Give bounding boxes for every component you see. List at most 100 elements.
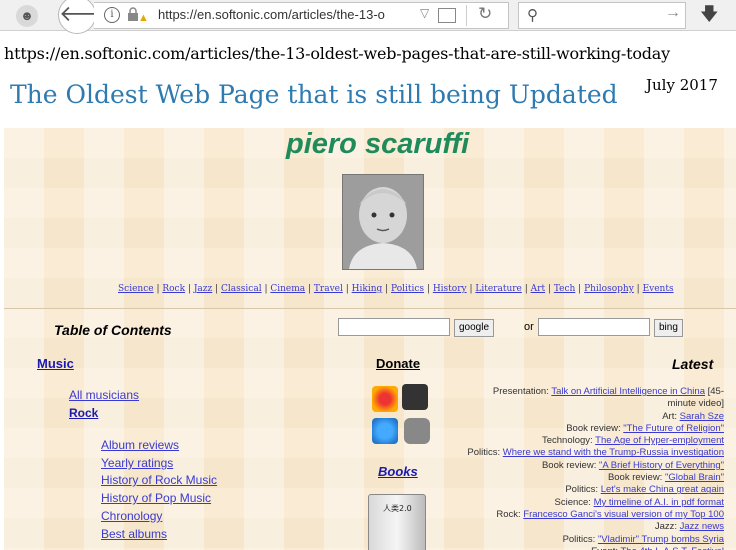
- google-search-input[interactable]: [338, 318, 450, 336]
- nav-link-art[interactable]: Art: [531, 284, 545, 294]
- rock-link-item[interactable]: Best albums: [101, 527, 167, 541]
- rock-link-item[interactable]: Yearly ratings: [101, 456, 173, 470]
- latest-item-label: Politics:: [565, 484, 601, 496]
- arrow-right-icon[interactable]: →: [665, 4, 681, 22]
- latest-item-link[interactable]: Francesco Ganci's visual version of my T…: [523, 509, 724, 520]
- divider: [466, 5, 467, 26]
- latest-item-link[interactable]: "Vladimir" Trump bombs Syria: [598, 534, 724, 545]
- latest-item: Book review: "The Future of Religion": [424, 423, 724, 435]
- latest-item-suffix: minute video]: [667, 398, 724, 410]
- latest-item: Politics: Where we stand with the Trump-…: [424, 447, 724, 459]
- site-nav: Science | Rock | Jazz | Classical | Cine…: [118, 284, 674, 294]
- latest-item-label: Science:: [554, 496, 594, 508]
- music-heading-link[interactable]: Music: [37, 356, 74, 371]
- search-bar[interactable]: ⚲ →: [518, 2, 686, 29]
- latest-item-link[interactable]: Let's make China great again: [601, 484, 724, 495]
- latest-item-label: Event:: [591, 546, 620, 550]
- latest-item: Science: My timeline of A.I. in pdf form…: [424, 496, 725, 509]
- latest-heading: Latest: [672, 356, 714, 372]
- latest-item-label: Jazz:: [654, 521, 680, 533]
- book-cover-title: 人类2.0: [383, 504, 412, 513]
- rock-link[interactable]: Rock: [69, 406, 98, 420]
- chevron-down-icon[interactable]: ▽: [420, 6, 429, 20]
- nav-link-philosophy[interactable]: Philosophy: [584, 284, 634, 294]
- nav-link-jazz[interactable]: Jazz: [194, 284, 212, 294]
- nav-link-politics[interactable]: Politics: [391, 284, 424, 294]
- latest-item-label: Technology:: [541, 435, 596, 447]
- bing-search-input[interactable]: [538, 318, 650, 336]
- nav-link-travel[interactable]: Travel: [314, 284, 343, 294]
- nav-separator: |: [342, 284, 352, 294]
- extension-icon[interactable]: ☻: [16, 5, 38, 27]
- twitter-bird-icon[interactable]: [372, 418, 398, 444]
- nav-link-classical[interactable]: Classical: [221, 284, 262, 294]
- reload-icon[interactable]: ↻: [478, 4, 492, 24]
- latest-item-link[interactable]: "The Future of Religion": [623, 423, 724, 434]
- url-text[interactable]: https://en.softonic.com/articles/the-13-…: [158, 7, 408, 22]
- date-label: July 2017: [646, 76, 718, 94]
- latest-item-label: Book review:: [607, 472, 665, 484]
- url-caption: https://en.softonic.com/articles/the-13-…: [4, 44, 670, 63]
- books-link[interactable]: Books: [378, 464, 418, 479]
- latest-item-label: Book review:: [541, 459, 599, 471]
- rock-link-item[interactable]: Chronology: [101, 509, 162, 523]
- rock-link-item[interactable]: History of Pop Music: [101, 491, 211, 505]
- latest-item-link[interactable]: "A Brief History of Everything": [599, 460, 724, 471]
- donate-link[interactable]: Donate: [376, 356, 420, 371]
- nav-separator: |: [185, 284, 194, 294]
- latest-item-link[interactable]: My timeline of A.I. in pdf format: [594, 497, 724, 508]
- address-bar[interactable]: i ▲ https://en.softonic.com/articles/the…: [94, 2, 509, 29]
- table-of-contents-heading: Table of Contents: [54, 322, 172, 338]
- latest-item: Jazz: Jazz news: [424, 521, 724, 533]
- latest-item: minute video]: [424, 398, 724, 410]
- nav-link-cinema[interactable]: Cinema: [270, 284, 305, 294]
- embedded-page: piero scaruffi Science | Rock | Jazz | C…: [4, 128, 736, 550]
- latest-item: Event: The 4th L.A.S.T. Festival: [424, 546, 724, 550]
- site-title[interactable]: piero scaruffi: [286, 128, 469, 161]
- latest-item-label: Politics:: [467, 447, 503, 459]
- rock-link-item[interactable]: History of Rock Music: [101, 473, 217, 487]
- nav-link-history[interactable]: History: [433, 284, 467, 294]
- latest-item: Politics: Let's make China great again: [424, 484, 724, 496]
- book-cover[interactable]: 人类2.0: [368, 494, 426, 550]
- nav-link-events[interactable]: Events: [643, 284, 674, 294]
- latest-item-link[interactable]: Talk on Artificial Intelligence in China: [551, 386, 705, 397]
- latest-item: Book review: "Global Brain": [424, 472, 724, 484]
- nav-link-literature[interactable]: Literature: [475, 284, 522, 294]
- back-button[interactable]: 🡐: [58, 0, 118, 34]
- latest-item-suffix: [45-: [704, 386, 724, 397]
- nav-link-hiking[interactable]: Hiking: [352, 284, 383, 294]
- donate-badge-icon[interactable]: [372, 386, 398, 412]
- all-musicians-link[interactable]: All musicians: [69, 388, 139, 402]
- latest-item-label: Politics:: [562, 533, 598, 545]
- latest-item-link[interactable]: "Global Brain": [665, 472, 724, 483]
- reader-view-icon[interactable]: [438, 8, 456, 23]
- latest-item-link[interactable]: Where we stand with the Trump-Russia inv…: [503, 447, 724, 458]
- nav-separator: |: [305, 284, 314, 294]
- latest-item-label: Art:: [662, 410, 680, 422]
- nav-link-rock[interactable]: Rock: [162, 284, 185, 294]
- latest-list: Presentation: Talk on Artificial Intelli…: [424, 386, 724, 550]
- bing-button[interactable]: bing: [654, 319, 683, 337]
- nav-link-science[interactable]: Science: [118, 284, 154, 294]
- rock-link-item[interactable]: Album reviews: [101, 438, 179, 452]
- search-icon: ⚲: [527, 7, 538, 24]
- nav-separator: |: [545, 284, 554, 294]
- latest-item-link[interactable]: Jazz news: [680, 521, 724, 532]
- warning-icon: ▲: [138, 12, 149, 24]
- latest-item-link[interactable]: The Age of Hyper-employment: [595, 435, 724, 446]
- latest-item-link[interactable]: Sarah Sze: [680, 411, 724, 422]
- divider: [4, 308, 736, 309]
- or-label: or: [524, 321, 534, 333]
- latest-item-label: Book review:: [566, 422, 624, 434]
- latest-item-link[interactable]: The 4th L.A.S.T. Festival: [621, 546, 725, 550]
- portrait-photo: [342, 174, 424, 270]
- google-button[interactable]: google: [454, 319, 495, 337]
- download-icon[interactable]: 🡇: [700, 2, 719, 32]
- info-icon[interactable]: i: [104, 7, 120, 23]
- nav-separator: |: [633, 284, 643, 294]
- nav-link-tech[interactable]: Tech: [554, 284, 575, 294]
- latest-item: Book review: "A Brief History of Everyth…: [424, 460, 724, 472]
- latest-item: Rock: Francesco Ganci's visual version o…: [424, 509, 724, 521]
- latest-item: Politics: "Vladimir" Trump bombs Syria: [424, 534, 724, 546]
